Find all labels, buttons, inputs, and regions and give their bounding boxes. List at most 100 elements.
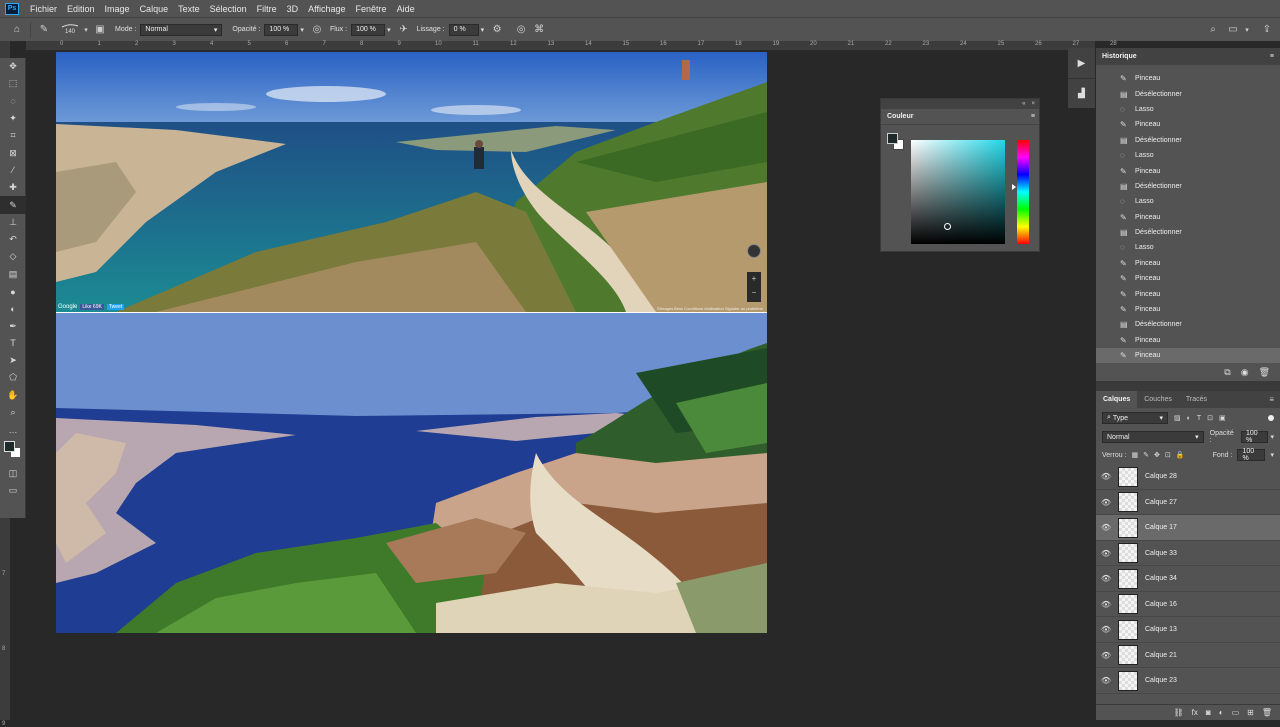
filter-smart-icon[interactable]: ▣	[1219, 414, 1226, 422]
chevron-down-icon[interactable]: ▾	[1270, 451, 1274, 459]
menu-fenetre[interactable]: Fenêtre	[351, 4, 392, 14]
mode-select[interactable]: Normal ▾	[140, 23, 223, 36]
menu-3d[interactable]: 3D	[282, 4, 304, 14]
trash-icon[interactable]: 🗑	[1262, 708, 1272, 717]
brush-icon[interactable]: ✎	[37, 23, 51, 37]
crop-tool-icon[interactable]: ⌗	[0, 127, 26, 144]
chevron-down-icon[interactable]: ▾	[1270, 433, 1274, 441]
settings-gear-icon[interactable]: ⚙	[490, 23, 504, 37]
history-item[interactable]: ✎ Pinceau	[1096, 348, 1280, 364]
history-item[interactable]: ▤ Désélectionner	[1096, 179, 1280, 194]
link-layers-icon[interactable]: ⛓	[1174, 708, 1184, 717]
panel-menu-icon[interactable]: ≡	[1031, 113, 1035, 120]
chevron-down-icon[interactable]: ▾	[1240, 23, 1254, 37]
menu-filtre[interactable]: Filtre	[252, 4, 282, 14]
visibility-eye-icon[interactable]: 👁	[1096, 676, 1116, 685]
history-item[interactable]: ▤ Désélectionner	[1096, 86, 1280, 101]
symmetry-icon[interactable]: ⌘	[532, 23, 546, 37]
panel-menu-icon[interactable]: ≡	[1270, 53, 1274, 60]
filter-toggle-icon[interactable]	[1268, 415, 1274, 422]
foreground-color-swatch[interactable]	[4, 440, 15, 452]
visibility-eye-icon[interactable]: 👁	[1096, 600, 1116, 609]
brush-tool-icon[interactable]: ✎	[0, 196, 26, 214]
layer-opacity-input[interactable]: 100 %	[1240, 430, 1269, 444]
history-item[interactable]: ✎ Pinceau	[1096, 302, 1280, 317]
document-canvas[interactable]: Google Like 69K Tweet ©Images Bess Condi…	[56, 52, 767, 633]
eyedropper-tool-icon[interactable]: ⁄	[0, 162, 26, 179]
collapse-icon[interactable]: «	[1022, 101, 1025, 107]
hue-slider[interactable]	[1012, 140, 1029, 244]
lock-pixels-icon[interactable]: ✎	[1143, 451, 1149, 459]
visibility-eye-icon[interactable]: 👁	[1096, 472, 1116, 481]
pressure-opacity-icon[interactable]: ◎	[310, 23, 324, 37]
screen-mode-icon[interactable]: ▭	[0, 482, 26, 499]
type-tool-icon[interactable]: T	[0, 335, 26, 352]
layer-row[interactable]: 👁 Calque 21	[1096, 643, 1280, 669]
chevron-down-icon[interactable]: ▾	[387, 26, 391, 34]
blend-mode-select[interactable]: Normal ▾	[1102, 431, 1204, 444]
layer-row[interactable]: 👁 Calque 13	[1096, 617, 1280, 643]
history-item[interactable]: ◌ Lasso	[1096, 148, 1280, 163]
home-icon[interactable]: ⌂	[10, 23, 24, 37]
eraser-tool-icon[interactable]: ◇	[0, 248, 26, 265]
search-icon[interactable]: ⌕	[1206, 23, 1220, 37]
adjustment-layer-icon[interactable]: ◐	[1219, 708, 1224, 717]
share-icon[interactable]: ⇪	[1260, 23, 1274, 37]
tab-couches[interactable]: Couches	[1137, 391, 1179, 408]
history-item[interactable]: ✎ Pinceau	[1096, 117, 1280, 132]
visibility-eye-icon[interactable]: 👁	[1096, 651, 1116, 660]
menu-fichier[interactable]: Fichier	[25, 4, 62, 14]
flow-input[interactable]: 100 %	[351, 23, 386, 36]
filter-pixel-icon[interactable]: ▨	[1174, 414, 1181, 422]
chevron-down-icon[interactable]: ▾	[79, 23, 93, 37]
zoom-tool-icon[interactable]: ⌕	[0, 404, 26, 421]
layer-row[interactable]: 👁 Calque 16	[1096, 592, 1280, 618]
layer-mask-icon[interactable]: ◙	[1206, 708, 1211, 717]
workspace-icon[interactable]: ▭	[1226, 23, 1240, 37]
lock-artboard-icon[interactable]: ⊡	[1165, 451, 1171, 459]
history-item[interactable]: ▤ Désélectionner	[1096, 317, 1280, 332]
layer-style-fx-icon[interactable]: fx	[1192, 708, 1198, 717]
history-item[interactable]: ✎ Pinceau	[1096, 271, 1280, 286]
brush-panel-icon[interactable]: ▣	[93, 23, 107, 37]
history-item[interactable]: ✎ Pinceau	[1096, 210, 1280, 225]
visibility-eye-icon[interactable]: 👁	[1096, 549, 1116, 558]
trash-icon[interactable]: 🗑	[1259, 367, 1270, 378]
visibility-eye-icon[interactable]: 👁	[1096, 625, 1116, 634]
history-item[interactable]: ✎ Pinceau	[1096, 256, 1280, 271]
visibility-eye-icon[interactable]: 👁	[1096, 523, 1116, 532]
layer-row[interactable]: 👁 Calque 17	[1096, 515, 1280, 541]
frame-tool-icon[interactable]: ⊠	[0, 144, 26, 161]
brush-preset-picker[interactable]: 140	[61, 23, 79, 36]
tab-traces[interactable]: Tracés	[1179, 391, 1214, 408]
history-item[interactable]: ◌ Lasso	[1096, 194, 1280, 209]
healing-tool-icon[interactable]: ✚	[0, 179, 26, 196]
visibility-eye-icon[interactable]: 👁	[1096, 574, 1116, 583]
menu-calque[interactable]: Calque	[135, 4, 174, 14]
close-icon[interactable]: ×	[1031, 101, 1035, 107]
hue-slider-handle[interactable]	[1012, 184, 1016, 190]
tab-calques[interactable]: Calques	[1096, 391, 1138, 409]
pen-tool-icon[interactable]: ✒	[0, 317, 26, 334]
color-fg-swatch[interactable]	[887, 133, 898, 144]
new-layer-icon[interactable]: ⊞	[1247, 708, 1254, 717]
history-item[interactable]: ✎ Pinceau	[1096, 286, 1280, 301]
menu-affichage[interactable]: Affichage	[303, 4, 350, 14]
shape-tool-icon[interactable]: ⬠	[0, 369, 26, 386]
more-tools-icon[interactable]: …	[0, 421, 26, 438]
histogram-icon[interactable]: ▟	[1068, 78, 1095, 108]
layer-row[interactable]: 👁 Calque 33	[1096, 541, 1280, 567]
blur-tool-icon[interactable]: ●	[0, 283, 26, 300]
layer-row[interactable]: 👁 Calque 28	[1096, 464, 1280, 490]
move-tool-icon[interactable]: ✥	[0, 58, 26, 75]
lock-all-icon[interactable]: 🔒	[1176, 451, 1185, 459]
color-swatches[interactable]	[0, 439, 25, 465]
path-select-tool-icon[interactable]: ➤	[0, 352, 26, 369]
history-item[interactable]: ▤ Désélectionner	[1096, 225, 1280, 240]
history-item[interactable]: ◌ Lasso	[1096, 240, 1280, 255]
history-item[interactable]: ▤ Désélectionner	[1096, 133, 1280, 148]
stamp-tool-icon[interactable]: ⊥	[0, 214, 26, 231]
layer-row[interactable]: 👁 Calque 27	[1096, 490, 1280, 516]
pressure-size-icon[interactable]: ◎	[514, 23, 528, 37]
menu-edition[interactable]: Edition	[62, 4, 100, 14]
